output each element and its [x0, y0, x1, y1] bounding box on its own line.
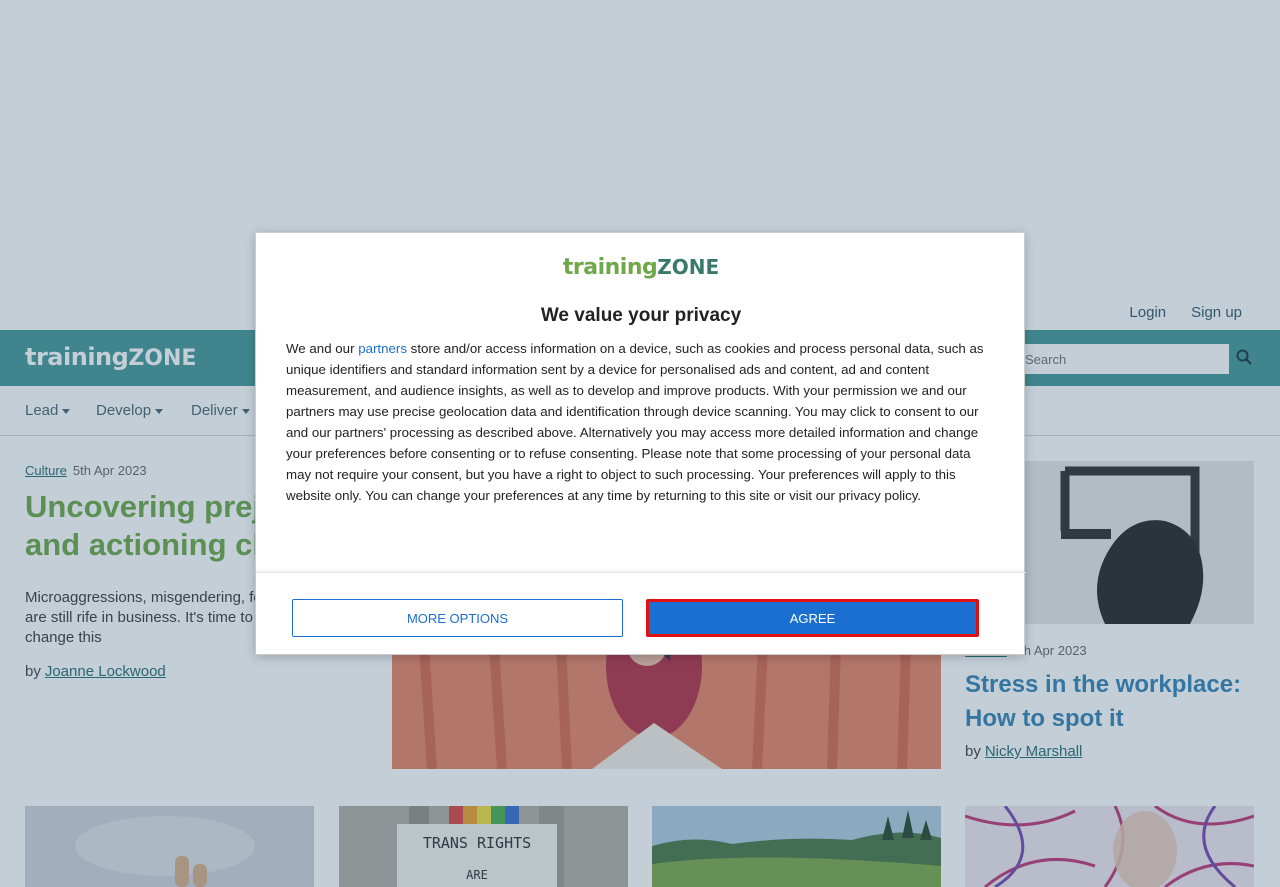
partners-link[interactable]: partners — [358, 341, 407, 356]
consent-body-intro: We and our — [286, 341, 359, 356]
consent-body-text: store and/or access information on a dev… — [286, 341, 984, 503]
consent-heading: We value your privacy — [540, 305, 742, 326]
consent-logo: trainingZONE — [256, 255, 1026, 280]
agree-button[interactable]: AGREE — [646, 599, 979, 637]
consent-logo-part1: training — [562, 255, 658, 280]
consent-body: We and our partners store and/or access … — [286, 338, 998, 506]
more-options-button[interactable]: MORE OPTIONS — [292, 599, 623, 637]
privacy-consent-dialog: trainingZONE We value your privacy We an… — [255, 232, 1026, 656]
consent-footer: MORE OPTIONS AGREE — [256, 572, 1026, 656]
consent-logo-part2: ZONE — [657, 255, 720, 279]
